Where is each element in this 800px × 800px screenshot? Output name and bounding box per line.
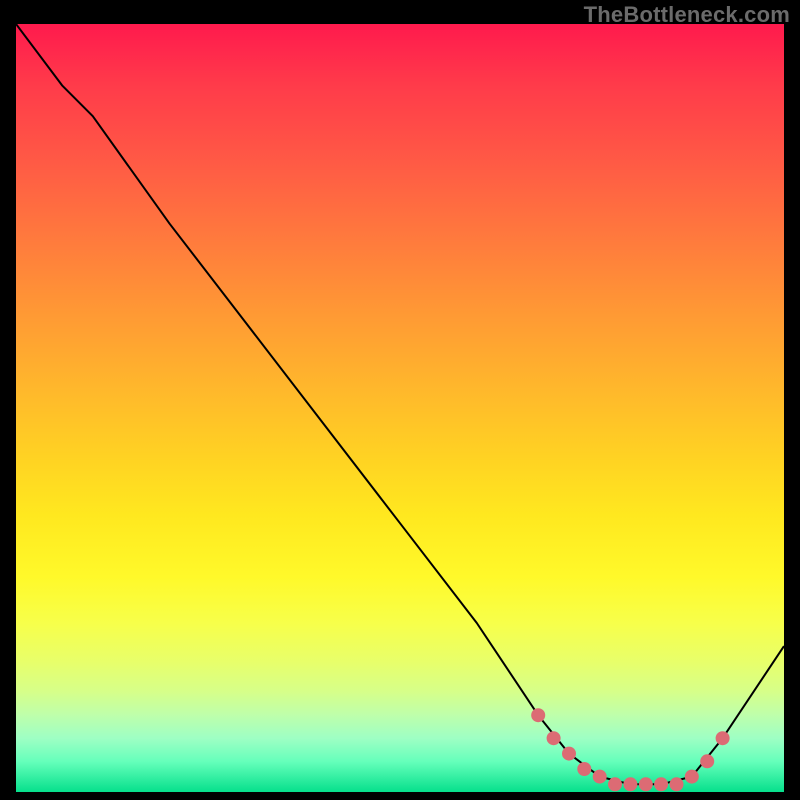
series-curve [16, 24, 784, 784]
marker-point [700, 754, 714, 768]
marker-point [547, 731, 561, 745]
marker-point [562, 747, 576, 761]
plot-area [16, 24, 784, 792]
marker-point [670, 777, 684, 791]
marker-point [623, 777, 637, 791]
chart-svg [16, 24, 784, 792]
marker-point [608, 777, 622, 791]
chart-frame: TheBottleneck.com [0, 0, 800, 800]
marker-point [639, 777, 653, 791]
marker-point [685, 770, 699, 784]
marker-point [654, 777, 668, 791]
marker-point [593, 770, 607, 784]
marker-point [531, 708, 545, 722]
marker-point [716, 731, 730, 745]
marker-point [577, 762, 591, 776]
